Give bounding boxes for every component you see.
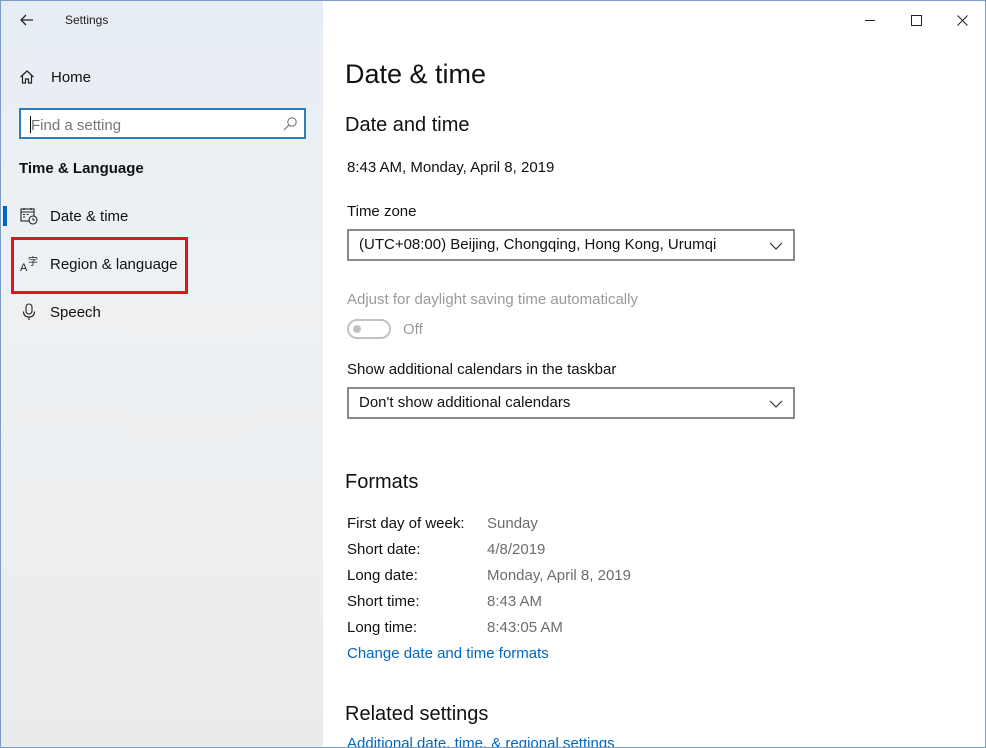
format-key: Short date: (347, 541, 421, 558)
formats-heading: Formats (345, 471, 419, 493)
minimize-button[interactable] (847, 1, 893, 39)
format-key: Long time: (347, 619, 418, 636)
search-icon[interactable] (282, 116, 298, 132)
calendar-clock-icon (20, 208, 38, 225)
format-key: First day of week: (347, 515, 465, 532)
toggle-knob (353, 325, 361, 333)
maximize-button[interactable] (893, 1, 939, 39)
time-zone-label: Time zone (347, 203, 417, 220)
change-formats-link[interactable]: Change date and time formats (347, 645, 549, 662)
section-title: Time & Language (19, 160, 144, 177)
home-icon (20, 70, 34, 84)
home-label: Home (51, 68, 92, 86)
calendars-value: Don't show additional calendars (359, 394, 571, 411)
current-datetime: 8:43 AM, Monday, April 8, 2019 (347, 159, 555, 176)
back-button[interactable] (13, 7, 41, 33)
language-icon: A 字 (20, 255, 38, 273)
format-value: 8:43:05 AM (487, 619, 563, 636)
app-title: Settings (65, 13, 109, 27)
search-box[interactable] (19, 108, 306, 139)
related-settings-heading: Related settings (345, 703, 489, 725)
sidebar-item-label: Date & time (50, 207, 129, 225)
format-value: 8:43 AM (487, 593, 543, 610)
close-icon (956, 14, 968, 26)
format-row: First day of week: Sunday (347, 515, 747, 535)
chevron-down-icon (769, 242, 783, 250)
dst-toggle-state: Off (403, 321, 423, 338)
format-value: 4/8/2019 (487, 541, 546, 558)
sidebar-item-label: Region & language (50, 255, 178, 273)
format-value: Monday, April 8, 2019 (487, 567, 631, 584)
close-button[interactable] (939, 1, 985, 39)
content-pane: Date & time Date and time 8:43 AM, Monda… (323, 1, 985, 747)
format-row: Short date: 4/8/2019 (347, 541, 747, 561)
svg-text:A: A (20, 262, 28, 273)
format-row: Long time: 8:43:05 AM (347, 619, 747, 639)
back-arrow-icon (20, 14, 33, 26)
chevron-down-icon (769, 400, 783, 408)
title-bar: Settings (1, 1, 323, 39)
time-zone-value: (UTC+08:00) Beijing, Chongqing, Hong Kon… (359, 236, 717, 253)
additional-settings-link[interactable]: Additional date, time, & regional settin… (347, 735, 615, 747)
microphone-icon (22, 303, 36, 320)
home-nav-item[interactable]: Home (19, 63, 299, 91)
time-zone-dropdown[interactable]: (UTC+08:00) Beijing, Chongqing, Hong Kon… (347, 229, 795, 261)
calendars-dropdown[interactable]: Don't show additional calendars (347, 387, 795, 419)
settings-window: Settings Home Time & Language (0, 0, 986, 748)
sidebar: Settings Home Time & Language (1, 1, 323, 747)
format-row: Long date: Monday, April 8, 2019 (347, 567, 747, 587)
minimize-icon (864, 19, 875, 21)
search-input[interactable] (29, 114, 273, 136)
format-value: Sunday (487, 515, 538, 532)
format-key: Long date: (347, 567, 418, 584)
dst-toggle[interactable] (347, 319, 391, 339)
svg-text:字: 字 (28, 255, 38, 268)
maximize-icon (910, 14, 922, 26)
sidebar-item-label: Speech (50, 303, 101, 321)
dst-label: Adjust for daylight saving time automati… (347, 291, 638, 308)
calendars-label: Show additional calendars in the taskbar (347, 361, 617, 378)
page-title: Date & time (345, 59, 487, 89)
format-row: Short time: 8:43 AM (347, 593, 747, 613)
sidebar-item-region-language[interactable]: A 字 Region & language (1, 244, 323, 284)
sidebar-item-date-time[interactable]: Date & time (1, 196, 323, 236)
date-time-heading: Date and time (345, 114, 470, 136)
sidebar-item-speech[interactable]: Speech (1, 292, 323, 332)
format-key: Short time: (347, 593, 420, 610)
